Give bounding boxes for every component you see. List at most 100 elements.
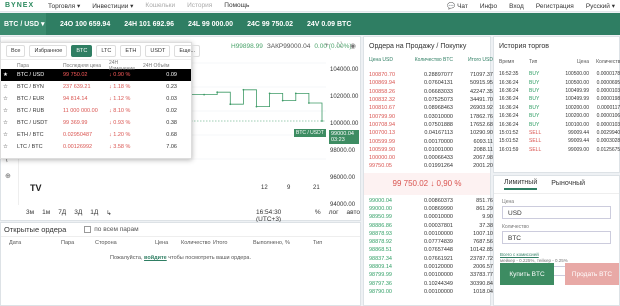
fee-link[interactable]: Всего с комиссией (500, 252, 539, 257)
nav-investments[interactable]: Инвестиции ▾ (92, 2, 133, 10)
ask-row[interactable]: 99750.05 0.01991264 2001.20 (364, 162, 493, 170)
pair-row[interactable]: ★ BTC / USD 99 750.02 ↓ 0.90 % 0.09 (1, 69, 191, 81)
trade-price: 100200.00 (565, 104, 589, 111)
tab-market[interactable]: Рыночный (551, 180, 585, 189)
trade-price: 99009.00 (568, 146, 589, 153)
star-icon[interactable]: ★ (3, 72, 17, 78)
pair-row[interactable]: ☆ LTC / BTC 0.00126992 ↓ 3.58 % 7.06 (1, 141, 191, 153)
star-outline-icon[interactable]: ☆ (3, 132, 17, 138)
language-select[interactable]: Русский ▾ (586, 2, 615, 10)
add-indicator-icon[interactable]: + (325, 42, 329, 50)
bid-row[interactable]: 98878.92 0.07774839 7687.56 (364, 238, 493, 246)
auto-toggle[interactable]: авто (347, 209, 360, 223)
bid-row[interactable]: 98878.93 0.00100000 1007.10 (364, 230, 493, 238)
goto-date-icon[interactable]: ↳ (106, 209, 111, 217)
nav-wallets[interactable]: Кошельки (145, 2, 175, 10)
login-prompt-link[interactable]: войдите (144, 255, 167, 261)
bid-row[interactable]: 98809.14 0.00120000 2006.57 (364, 263, 493, 271)
pair-row[interactable]: ☆ BTC / RUB 11 000 000.00 ↓ 8.10 % 0.02 (1, 105, 191, 117)
ask-row[interactable]: 100708.94 0.07501888 17652.68 (364, 121, 493, 129)
ask-price: 100599.90 (369, 146, 395, 153)
star-outline-icon[interactable]: ☆ (3, 108, 17, 114)
bid-row[interactable]: 98868.51 0.07657448 10142.85 (364, 246, 493, 254)
pair-row[interactable]: ☆ BTC / USDT 99 369.99 ↓ 0.93 % 0.38 (1, 117, 191, 129)
bid-row[interactable]: 99000.04 0.00860373 851.76 (364, 197, 493, 205)
pair-row[interactable]: ☆ BTC / BYN 237 639.21 ↓ 1.18 % 0.23 (1, 81, 191, 93)
chat-link[interactable]: 💬 Чат (447, 2, 468, 10)
ask-row[interactable]: 100799.90 0.03010000 17862.76 (364, 112, 493, 120)
trade-form: Лимитный Рыночный Цена USD Количество BT… (493, 175, 620, 306)
period-3d[interactable]: 3Д (74, 209, 82, 217)
percent-toggle[interactable]: % (315, 209, 321, 223)
ask-total: 2067.98 (473, 155, 493, 162)
bid-row[interactable]: 98886.86 0.00037801 37.38 (364, 221, 493, 229)
bid-total: 7687.56 (473, 239, 493, 246)
price-point (216, 91, 219, 94)
star-outline-icon[interactable]: ☆ (3, 84, 17, 90)
tab-all[interactable]: Все (6, 45, 26, 57)
ask-row[interactable]: 100870.70 0.28897077 71097.37 (364, 71, 493, 79)
log-toggle[interactable]: лог (329, 209, 339, 223)
bid-row[interactable]: 98799.99 0.00100000 33783.77 (364, 271, 493, 279)
period-1d[interactable]: 1Д (90, 209, 98, 217)
ask-row[interactable]: 100858.26 0.06683033 42247.35 (364, 88, 493, 96)
ask-row[interactable]: 100000.00 0.00066433 2067.98 (364, 154, 493, 162)
pair-selector[interactable]: BTC / USD ▾ (0, 13, 46, 35)
chart-clock[interactable]: 16:54:30 (UTC+3) (256, 209, 307, 223)
col-pair[interactable]: Пара (17, 63, 63, 69)
tradingview-logo[interactable]: TV (30, 183, 42, 193)
star-outline-icon[interactable]: ☆ (3, 144, 17, 150)
tab-favorites[interactable]: Избранное (29, 45, 68, 57)
login-link[interactable]: Вход (509, 3, 524, 10)
col-volume[interactable]: 24H Объём (143, 63, 179, 69)
ask-row[interactable]: 100869.94 0.07604131 50915.95 (364, 79, 493, 87)
fullscreen-icon[interactable]: ⛶ (337, 42, 342, 50)
info-link[interactable]: Инфо (480, 3, 497, 10)
bid-row[interactable]: 98950.99 0.00010000 9.90 (364, 213, 493, 221)
tab-ltc[interactable]: LTC (96, 45, 117, 57)
all-pairs-checkbox[interactable]: по всем парам (84, 226, 139, 233)
ask-row[interactable]: 100599.90 0.01001000 2088.11 (364, 146, 493, 154)
ask-row[interactable]: 100810.67 0.08968463 26903.92 (364, 104, 493, 112)
price-chart-plot[interactable] (191, 61, 326, 181)
tab-more[interactable]: Еще... (174, 45, 201, 57)
bid-row[interactable]: 98797.36 0.10244349 30390.84 (364, 280, 493, 288)
pair-row[interactable]: ☆ BTC / EUR 94 814.14 ↓ 1.12 % 0.03 (1, 93, 191, 105)
bid-amount: 0.00120000 (423, 264, 453, 271)
bid-row[interactable]: 98790.00 0.00100000 1018.04 (364, 288, 493, 296)
bid-row[interactable]: 98837.34 0.07661921 23787.72 (364, 255, 493, 263)
price-input[interactable]: USD (502, 206, 611, 219)
nav-history[interactable]: История (187, 2, 212, 10)
ask-row[interactable]: 100832.32 0.07525073 34491.70 (364, 96, 493, 104)
tab-usdt[interactable]: USDT (145, 45, 171, 57)
bid-amount: 0.00037801 (423, 222, 453, 229)
buy-button[interactable]: Купить BTC (500, 263, 554, 285)
ask-amount: 0.07604131 (423, 80, 453, 87)
zoom-icon[interactable]: ⊕ (5, 172, 14, 180)
star-outline-icon[interactable]: ☆ (3, 96, 17, 102)
period-1m[interactable]: 1м (42, 209, 50, 217)
quantity-input[interactable]: BTC (502, 231, 611, 244)
star-outline-icon[interactable]: ☆ (3, 120, 17, 126)
camera-icon[interactable]: ◉ (350, 42, 356, 50)
pair-row[interactable]: ☆ ETH / BTC 0.02950487 ↓ 1.20 % 0.68 (1, 129, 191, 141)
main-nav: Торговля ▾ Инвестиции ▾ Кошельки История… (48, 2, 249, 10)
tab-eth[interactable]: ETH (120, 45, 142, 57)
nav-help[interactable]: Помощь (224, 2, 249, 10)
register-link[interactable]: Регистрация (536, 3, 574, 10)
trade-row: 16:01:59 SELL 99009.00 0.01256756 (494, 146, 620, 154)
col-last-price[interactable]: Последняя цена (63, 63, 109, 69)
logo[interactable]: BYNEX (0, 2, 40, 9)
bid-row[interactable]: 99000.00 0.00869990 861.29 (364, 205, 493, 213)
nav-trading[interactable]: Торговля ▾ (48, 2, 80, 10)
bid-price: 98837.34 (369, 255, 392, 262)
period-3m[interactable]: 3м (26, 209, 34, 217)
tab-btc[interactable]: BTC (71, 45, 93, 57)
tab-limit[interactable]: Лимитный (504, 179, 538, 190)
sell-button[interactable]: Продать BTC (565, 263, 619, 285)
checkbox-box[interactable] (84, 226, 92, 233)
ask-row[interactable]: 100599.99 0.00170000 6093.11 (364, 137, 493, 145)
period-7d[interactable]: 7Д (58, 209, 66, 217)
ask-row[interactable]: 100700.13 0.04167113 10290.90 (364, 129, 493, 137)
col-change[interactable]: 24H Изменение (109, 60, 143, 72)
